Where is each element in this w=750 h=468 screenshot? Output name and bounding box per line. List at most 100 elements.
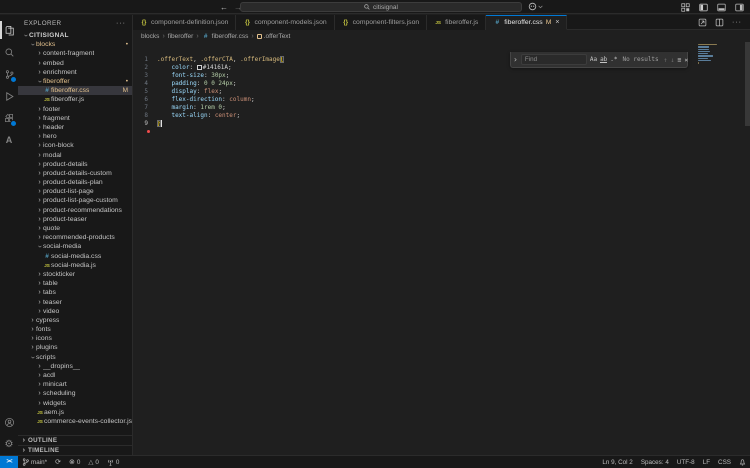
timeline-section[interactable]: › TIMELINE	[18, 445, 132, 455]
toggle-secondary-sidebar-icon[interactable]	[735, 3, 744, 12]
tree-item-product-list-page[interactable]: › product-list-page	[18, 187, 132, 196]
tree-item-quote[interactable]: › quote	[18, 224, 132, 233]
find-input[interactable]	[520, 54, 587, 65]
split-editor-icon[interactable]	[715, 18, 724, 27]
tree-item-fragment[interactable]: › fragment	[18, 114, 132, 123]
explorer-more-actions[interactable]: ···	[116, 20, 126, 27]
remote-indicator[interactable]: ><	[0, 456, 18, 468]
tree-item-fiberoffer.js[interactable]: JS fiberoffer.js	[18, 95, 132, 104]
run-and-debug-icon[interactable]	[0, 85, 18, 107]
color-swatch[interactable]	[196, 65, 202, 70]
accounts-icon[interactable]	[0, 411, 18, 433]
tree-item-icon-block[interactable]: › icon-block	[18, 141, 132, 150]
breadcrumb-item-fiberoffer.css[interactable]: # fiberoffer.css	[202, 33, 249, 40]
find-close-icon[interactable]: ×	[684, 56, 688, 64]
tab-component-filters.json[interactable]: {} component-filters.json	[334, 15, 428, 30]
code-line-5[interactable]: 5 display: flex;	[133, 88, 750, 96]
tree-item-blocks[interactable]: › blocks •	[18, 40, 132, 49]
tree-item-product-list-page-custom[interactable]: › product-list-page-custom	[18, 196, 132, 205]
tree-item-product-details-custom[interactable]: › product-details-custom	[18, 169, 132, 178]
tab-fiberoffer.css[interactable]: # fiberoffer.css M ×	[486, 15, 568, 30]
breadcrumb-item-blocks[interactable]: blocks	[141, 33, 159, 40]
tab-component-definition.json[interactable]: {} component-definition.json	[133, 15, 237, 30]
status-cursor-position[interactable]: Ln 9, Col 2	[598, 456, 636, 468]
tree-item-cypress[interactable]: › cypress	[18, 316, 132, 325]
code-line-8[interactable]: 8 text-align: center;	[133, 112, 750, 120]
remote-indicator-icon[interactable]: ><	[0, 456, 18, 468]
tree-item-tabs[interactable]: › tabs	[18, 288, 132, 297]
whole-word-icon[interactable]: ab	[600, 56, 608, 63]
regex-icon[interactable]: .*	[610, 56, 617, 63]
explorer-icon[interactable]	[0, 19, 18, 41]
tree-item-video[interactable]: › video	[18, 307, 132, 316]
status-language-mode[interactable]: CSS	[714, 456, 735, 468]
status-warnings[interactable]: △ 0	[84, 456, 103, 468]
search-view-icon[interactable]	[0, 41, 18, 63]
tree-item-social-media.css[interactable]: # social-media.css	[18, 252, 132, 261]
tree-item-commerce-events-collector.js[interactable]: JS commerce-events-collector.js	[18, 417, 132, 426]
tree-item-plugins[interactable]: › plugins	[18, 343, 132, 352]
code-line-7[interactable]: 7 margin: 1rem 0;	[133, 104, 750, 112]
extensions-icon[interactable]	[0, 107, 18, 129]
aem-extension-icon[interactable]: A	[0, 129, 18, 151]
code-line-4[interactable]: 4 padding: 0 0 24px;	[133, 80, 750, 88]
tree-item-recommended-products[interactable]: › recommended-products	[18, 233, 132, 242]
code-line-3[interactable]: 3 font-size: 30px;	[133, 72, 750, 80]
match-case-icon[interactable]: Aa	[590, 56, 597, 63]
close-tab-icon[interactable]: ×	[555, 19, 559, 26]
tree-item-scheduling[interactable]: › scheduling	[18, 389, 132, 398]
tree-item-social-media.js[interactable]: JS social-media.js	[18, 261, 132, 270]
tree-item-fiberoffer.css[interactable]: # fiberoffer.css M	[18, 86, 132, 96]
tree-item-table[interactable]: › table	[18, 279, 132, 288]
breadcrumb-item-.offerText[interactable]: .offerText	[256, 33, 290, 40]
copilot-menu[interactable]	[528, 2, 543, 11]
tree-item-content-fragment[interactable]: › content-fragment	[18, 49, 132, 58]
tree-item-teaser[interactable]: › teaser	[18, 297, 132, 306]
tree-item-minicart[interactable]: › minicart	[18, 380, 132, 389]
tree-item-CITISIGNAL[interactable]: › CITISIGNAL	[18, 31, 132, 40]
editor-scrollbar[interactable]	[745, 42, 750, 126]
tree-item-icons[interactable]: › icons	[18, 334, 132, 343]
outline-section[interactable]: › OUTLINE	[18, 435, 132, 445]
tree-item-header[interactable]: › header	[18, 123, 132, 132]
toggle-replace-icon[interactable]: ›	[513, 55, 518, 64]
go-back-icon[interactable]: ←	[220, 3, 228, 12]
tree-item-scripts[interactable]: › scripts	[18, 353, 132, 362]
tree-item-fonts[interactable]: › fonts	[18, 325, 132, 334]
tree-item-hero[interactable]: › hero	[18, 132, 132, 141]
status-eol[interactable]: LF	[699, 456, 714, 468]
find-next-icon[interactable]: ↓	[671, 56, 675, 64]
status-notifications[interactable]	[735, 456, 750, 468]
command-center-search[interactable]: citisignal	[240, 2, 522, 12]
tree-item-embed[interactable]: › embed	[18, 59, 132, 68]
source-control-icon[interactable]	[0, 63, 18, 85]
status-errors[interactable]: ⊗ 0	[65, 456, 84, 468]
tree-item-__dropins__[interactable]: › __dropins__	[18, 362, 132, 371]
tree-item-acdl[interactable]: › acdl	[18, 371, 132, 380]
find-previous-icon[interactable]: ↑	[664, 56, 668, 64]
settings-gear-icon[interactable]: ⚙	[0, 433, 18, 455]
tree-item-fiberoffer[interactable]: › fiberoffer •	[18, 77, 132, 86]
code-line-9[interactable]: 9}	[133, 120, 750, 128]
status-ports[interactable]: 0	[103, 456, 124, 468]
tab-component-models.json[interactable]: {} component-models.json	[236, 15, 335, 30]
toggle-primary-sidebar-icon[interactable]	[699, 3, 708, 12]
status-encoding[interactable]: UTF-8	[673, 456, 699, 468]
tree-item-product-recommendations[interactable]: › product-recommendations	[18, 206, 132, 215]
code-editor[interactable]: › Aa ab .* No results ↑ ↓ ≡ × 1 .offerTex…	[133, 42, 750, 455]
tree-item-product-teaser[interactable]: › product-teaser	[18, 215, 132, 224]
tree-item-stockticker[interactable]: › stockticker	[18, 270, 132, 279]
customize-layout-icon[interactable]	[681, 2, 690, 12]
status-indentation[interactable]: Spaces: 4	[637, 456, 673, 468]
find-in-selection-icon[interactable]: ≡	[678, 56, 682, 64]
open-changes-icon[interactable]	[698, 18, 707, 27]
toggle-panel-icon[interactable]	[717, 3, 726, 12]
tree-item-footer[interactable]: › footer	[18, 105, 132, 114]
tree-item-modal[interactable]: › modal	[18, 150, 132, 159]
editor-more-actions[interactable]: ···	[732, 19, 742, 26]
status-git-branch[interactable]: main*	[18, 456, 51, 468]
tree-item-widgets[interactable]: › widgets	[18, 399, 132, 408]
tree-item-product-details-plan[interactable]: › product-details-plan	[18, 178, 132, 187]
tab-fiberoffer.js[interactable]: JS fiberoffer.js	[427, 15, 487, 30]
minimap[interactable]	[698, 44, 720, 65]
